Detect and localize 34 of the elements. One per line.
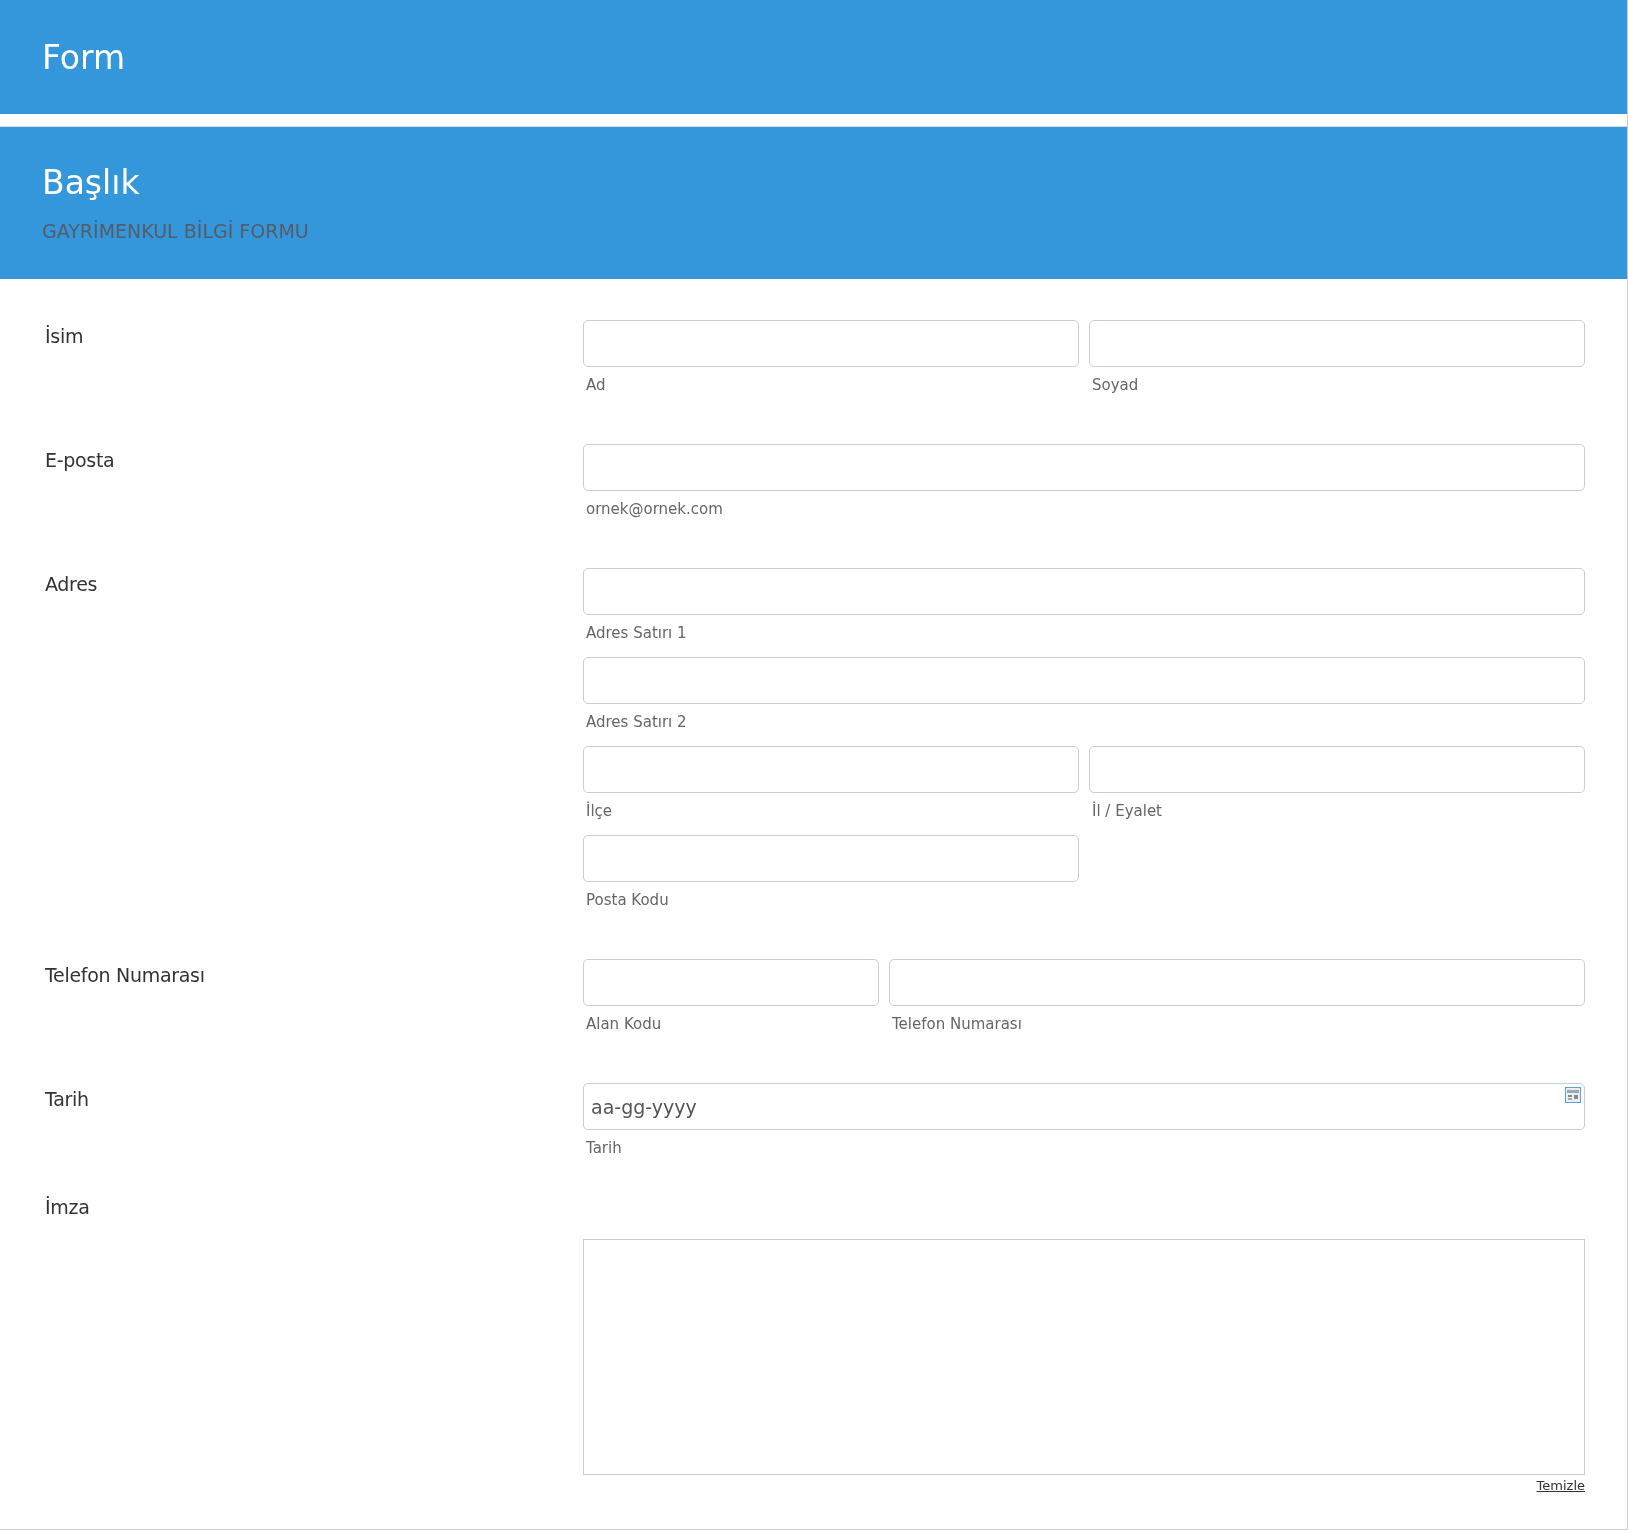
input-field[interactable] bbox=[583, 835, 1079, 882]
field-label: İsim bbox=[45, 324, 85, 349]
signature-pad[interactable] bbox=[583, 1239, 1585, 1475]
input-field[interactable] bbox=[889, 959, 1585, 1006]
section-title: Başlık bbox=[42, 163, 141, 202]
field-sublabel: Alan Kodu bbox=[586, 1014, 663, 1035]
calendar-icon[interactable] bbox=[1565, 1087, 1581, 1103]
field-sublabel: Soyad bbox=[1092, 375, 1140, 396]
input-field[interactable] bbox=[583, 320, 1079, 367]
field-label: Tarih bbox=[45, 1087, 90, 1112]
form-title: Form bbox=[42, 37, 126, 77]
input-field[interactable] bbox=[583, 746, 1079, 793]
field-sublabel: Tarih bbox=[586, 1138, 623, 1159]
field-sublabel: Telefon Numarası bbox=[892, 1014, 1023, 1035]
clear-link[interactable]: Temizle bbox=[1536, 1478, 1585, 1493]
field-sublabel: Ad bbox=[586, 375, 607, 396]
field-sublabel: ornek@ornek.com bbox=[586, 499, 724, 520]
section-subtitle: GAYRİMENKUL BİLGİ FORMU bbox=[42, 220, 310, 242]
input-field[interactable] bbox=[583, 568, 1585, 615]
field-sublabel: Adres Satırı 2 bbox=[586, 712, 688, 733]
field-sublabel: İl / Eyalet bbox=[1092, 801, 1163, 822]
date-field[interactable]: aa-gg-yyyy bbox=[583, 1083, 1585, 1130]
field-label: E-posta bbox=[45, 448, 116, 473]
field-label: Telefon Numarası bbox=[45, 963, 206, 988]
field-sublabel: Posta Kodu bbox=[586, 890, 670, 911]
field-sublabel: Adres Satırı 1 bbox=[586, 623, 688, 644]
input-field[interactable] bbox=[583, 959, 879, 1006]
input-field[interactable] bbox=[1089, 746, 1585, 793]
input-field[interactable] bbox=[583, 444, 1585, 491]
field-label: Adres bbox=[45, 572, 99, 597]
field-sublabel: İlçe bbox=[586, 801, 614, 822]
field-label: İmza bbox=[45, 1195, 91, 1220]
input-field[interactable] bbox=[1089, 320, 1585, 367]
input-field[interactable] bbox=[583, 657, 1585, 704]
